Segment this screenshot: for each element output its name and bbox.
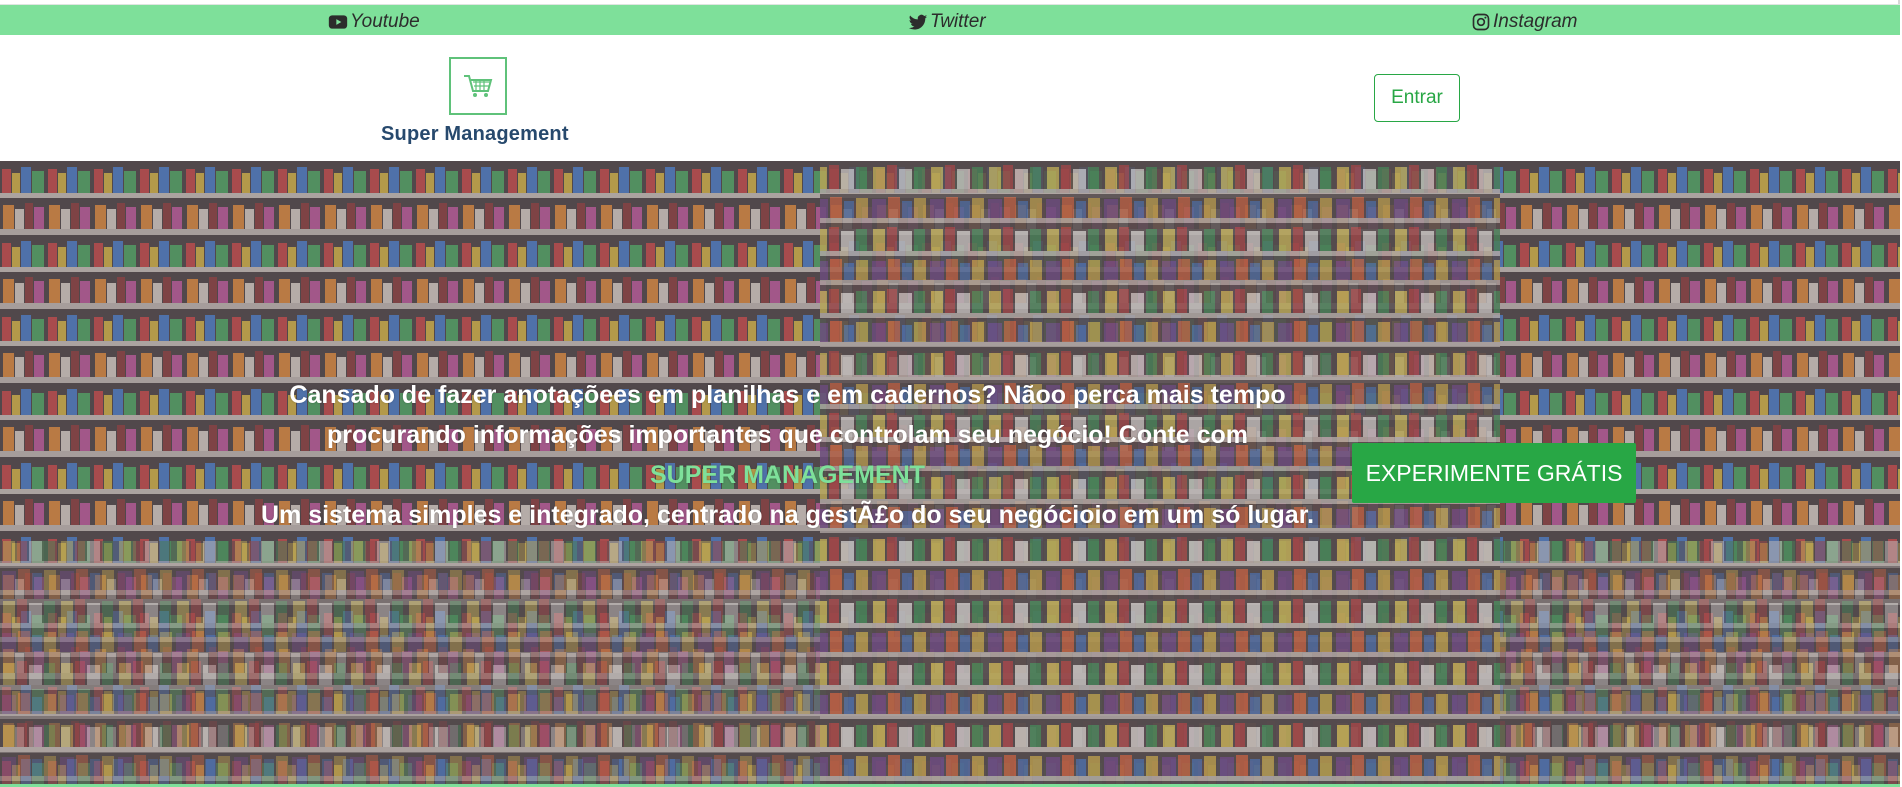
youtube-label: Youtube: [350, 11, 420, 32]
hero-line-2: Um sistema simples e integrado, centrado…: [260, 501, 1315, 529]
logo[interactable]: [449, 57, 507, 115]
twitter-label: Twitter: [930, 11, 986, 32]
youtube-icon: [328, 15, 348, 29]
twitter-link[interactable]: Twitter: [908, 11, 986, 33]
shopping-cart-icon: [464, 75, 493, 97]
social-bar: Youtube Twitter Instagram: [0, 4, 1900, 36]
page: Youtube Twitter Instagram Super Manageme…: [0, 0, 1900, 787]
hero-line-1: Cansado de fazer anotaçõees em planilhas…: [289, 381, 1286, 449]
hero-brand: Super Management: [649, 461, 925, 489]
brand-name: Super Management: [381, 123, 569, 145]
hero-section: Cansado de fazer anotaçõees em planilhas…: [0, 161, 1900, 787]
login-button[interactable]: Entrar: [1374, 74, 1460, 122]
free-trial-button[interactable]: EXPERIMENTE GRÁTIS: [1352, 443, 1636, 503]
youtube-link[interactable]: Youtube: [328, 11, 420, 33]
instagram-label: Instagram: [1493, 11, 1578, 32]
twitter-icon: [908, 14, 928, 30]
instagram-icon: [1472, 13, 1490, 31]
hero-tagline: Cansado de fazer anotaçõees em planilhas…: [255, 375, 1320, 535]
instagram-link[interactable]: Instagram: [1471, 11, 1577, 33]
site-header: Super Management Entrar: [0, 35, 1900, 161]
